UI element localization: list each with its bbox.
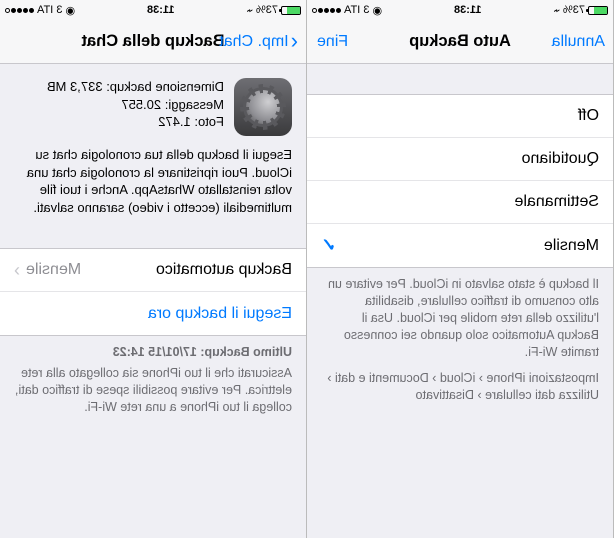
back-button[interactable]: ‹ Imp. Chat	[219, 32, 298, 52]
chevron-right-icon: ›	[14, 260, 20, 281]
bluetooth-icon: ⌁	[246, 4, 253, 17]
cancel-button[interactable]: Annulla	[552, 33, 605, 51]
signal-icon	[312, 8, 341, 13]
screen-auto-backup: 73% ⌁ 11:38 ◉ 3 ITA Annulla Auto Backup …	[307, 0, 614, 538]
battery-icon	[281, 6, 301, 15]
backup-stats: Dimensione backup: 337,3 MB Messaggi: 20…	[47, 78, 224, 136]
status-time: 11:38	[454, 4, 482, 16]
done-button[interactable]: Fine	[317, 33, 348, 51]
battery-percent: 73%	[563, 4, 585, 16]
last-backup-title: Ultimo Backup: 17/01/15 14:23	[113, 345, 292, 359]
backup-description: Esegui il backup della tua cronologia ch…	[0, 146, 306, 230]
auto-backup-label: Backup automatico	[156, 261, 292, 279]
status-bar: 73% ⌁ 11:38 ◉ 3 ITA	[307, 0, 613, 20]
battery-percent: 73%	[256, 4, 278, 16]
signal-icon	[5, 8, 34, 13]
page-title: Auto Backup	[409, 32, 511, 51]
wifi-icon: ◉	[372, 4, 382, 17]
status-time: 11:38	[147, 4, 175, 16]
nav-bar: ‹ Imp. Chat Backup della Chat	[0, 20, 306, 64]
page-title: Backup della Chat	[81, 32, 224, 51]
option-weekly[interactable]: Settimanale	[307, 181, 613, 224]
bluetooth-icon: ⌁	[553, 4, 560, 17]
settings-app-icon	[234, 78, 292, 136]
status-bar: 73% ⌁ 11:38 ◉ 3 ITA	[0, 0, 306, 20]
auto-backup-row[interactable]: Backup automatico Mensile ›	[0, 249, 306, 292]
option-monthly[interactable]: Mensile ✓	[307, 224, 613, 267]
nav-bar: Annulla Auto Backup Fine	[307, 20, 613, 64]
last-backup-desc: Assicurati che il tuo iPhone sia collega…	[14, 365, 292, 416]
back-label: Imp. Chat	[219, 33, 288, 51]
checkmark-icon: ✓	[321, 235, 336, 256]
options-footer: Il backup è stato salvato in iCloud. Per…	[307, 268, 613, 418]
chevron-left-icon: ‹	[291, 30, 298, 52]
option-daily[interactable]: Quotidiano	[307, 138, 613, 181]
carrier-label: 3 ITA	[344, 4, 369, 16]
battery-icon	[588, 6, 608, 15]
auto-backup-value: Mensile	[26, 261, 81, 279]
screen-backup-chat: 73% ⌁ 11:38 ◉ 3 ITA ‹ Imp. Chat Backup d…	[0, 0, 307, 538]
last-backup-footer: Ultimo Backup: 17/01/15 14:23 Assicurati…	[0, 336, 306, 430]
run-backup-now-button[interactable]: Esegui il backup ora	[0, 292, 306, 335]
wifi-icon: ◉	[65, 4, 75, 17]
option-off[interactable]: Off	[307, 95, 613, 138]
carrier-label: 3 ITA	[37, 4, 62, 16]
frequency-options: Off Quotidiano Settimanale Mensile ✓	[307, 94, 613, 268]
